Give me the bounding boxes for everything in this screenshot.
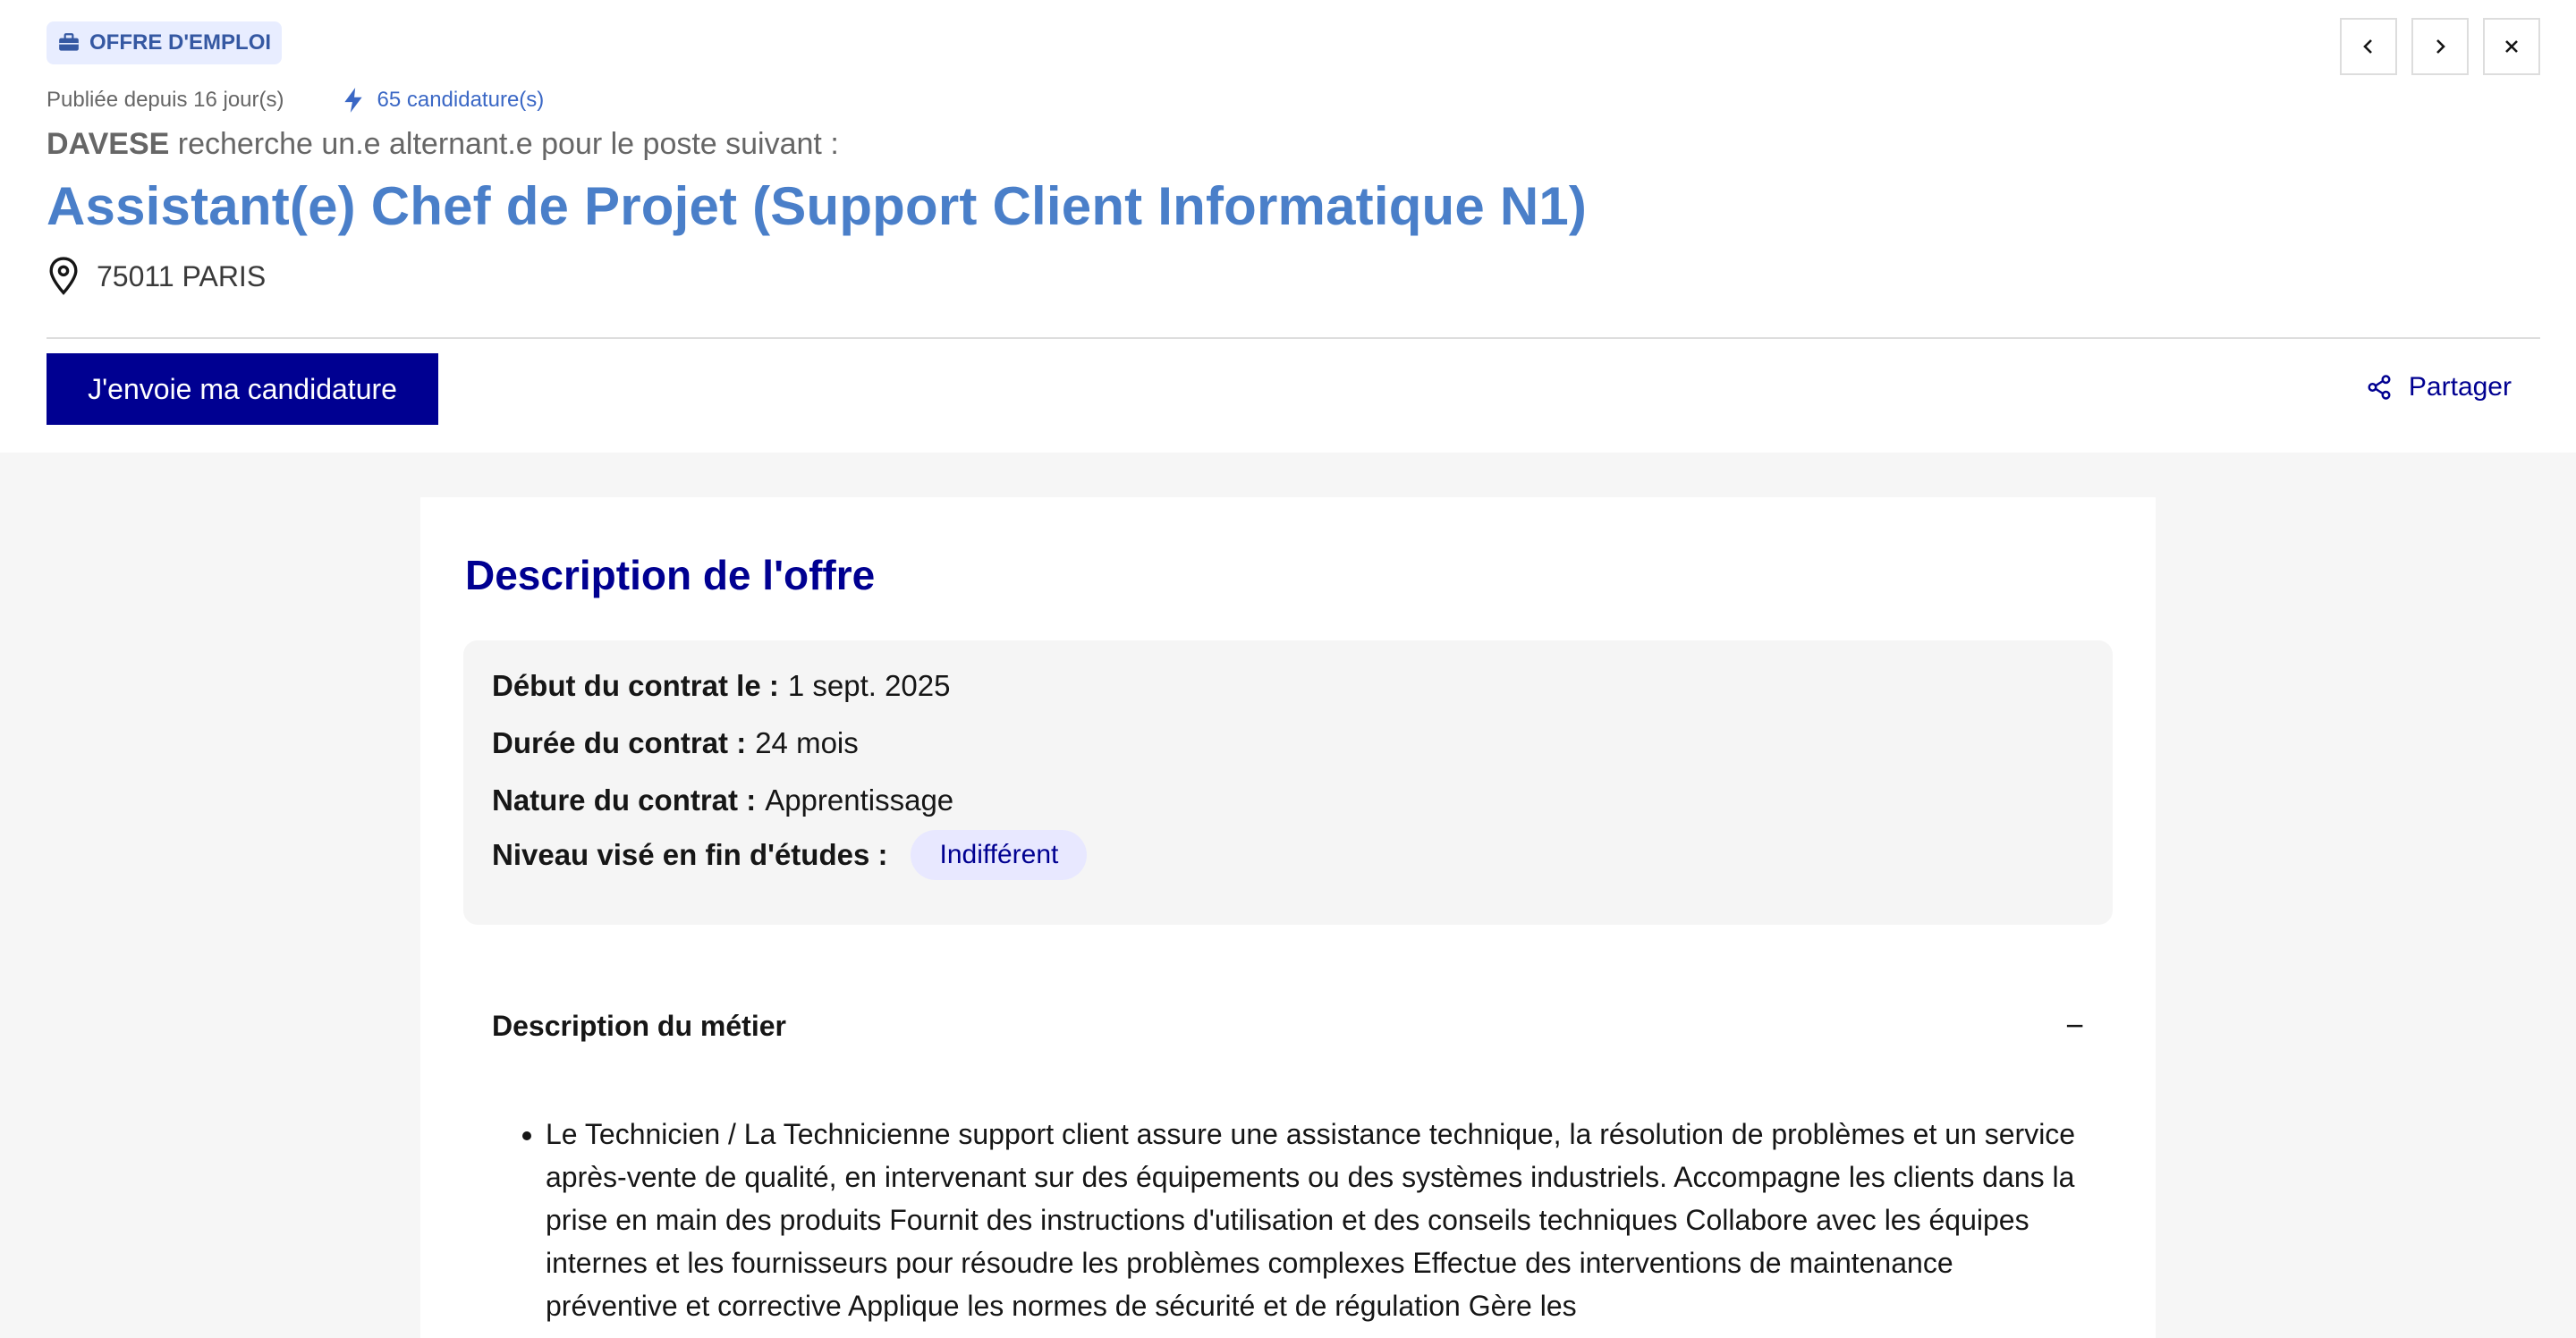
contract-nature-row: Nature du contrat : Apprentissage (492, 783, 953, 817)
contract-nature-value: Apprentissage (765, 783, 954, 817)
seeker-line: DAVESE recherche un.e alternant.e pour l… (47, 127, 839, 162)
study-level-label: Niveau visé en fin d'études : (492, 838, 888, 871)
contract-start-row: Début du contrat le : 1 sept. 2025 (492, 669, 951, 703)
collapse-icon[interactable]: − (2065, 1007, 2084, 1045)
applications-count: 65 candidature(s) (342, 87, 545, 114)
next-offer-button[interactable] (2411, 18, 2469, 75)
job-header: OFFRE D'EMPLOI Publiée depuis 16 jour(s)… (0, 0, 2576, 453)
description-heading: Description de l'offre (465, 552, 876, 598)
chevron-right-icon (2436, 39, 2445, 54)
job-type-badge: OFFRE D'EMPLOI (47, 21, 283, 64)
contract-duration-value: 24 mois (755, 726, 859, 759)
offer-description-card: Description de l'offre Début du contrat … (420, 497, 2156, 1338)
lightning-icon (343, 88, 362, 113)
map-pin-icon (49, 257, 78, 295)
contract-info-box: Début du contrat le : 1 sept. 2025 Durée… (463, 640, 2113, 925)
list-item: Le Technicien / La Technicienne support … (546, 1113, 2088, 1327)
share-label: Partager (2408, 372, 2512, 402)
applications-label: 65 candidature(s) (377, 88, 545, 112)
job-title: Assistant(e) Chef de Projet (Support Cli… (47, 176, 1588, 236)
previous-offer-button[interactable] (2340, 18, 2397, 75)
accordion-title: Description du métier (492, 1009, 786, 1042)
contract-duration-label: Durée du contrat : (492, 726, 747, 759)
header-divider (47, 337, 2540, 339)
location-label: 75011 PARIS (97, 259, 267, 292)
close-icon (2505, 40, 2518, 53)
contract-duration-row: Durée du contrat : 24 mois (492, 726, 859, 760)
badge-label: OFFRE D'EMPLOI (89, 30, 272, 55)
company-name: DAVESE (47, 127, 170, 161)
share-icon (2368, 375, 2391, 400)
job-description-body: Le Technicien / La Technicienne support … (513, 1113, 2088, 1327)
study-level-tag: Indifférent (911, 830, 1088, 880)
contract-start-label: Début du contrat le : (492, 669, 779, 702)
share-button[interactable]: Partager (2366, 372, 2512, 402)
published-date: Publiée depuis 16 jour(s) (47, 88, 284, 112)
apply-button[interactable]: J'envoie ma candidature (47, 353, 438, 425)
job-location: 75011 PARIS (47, 256, 266, 297)
contract-nature-label: Nature du contrat : (492, 783, 757, 817)
contract-start-value: 1 sept. 2025 (787, 669, 951, 702)
chevron-left-icon (2363, 39, 2372, 54)
job-meta: Publiée depuis 16 jour(s) 65 candidature… (47, 86, 544, 114)
close-button[interactable] (2483, 18, 2540, 75)
briefcase-icon (59, 33, 79, 51)
seeker-text: recherche un.e alternant.e pour le poste… (177, 127, 839, 161)
job-description-accordion-header[interactable]: Description du métier − (492, 1007, 2084, 1045)
study-level-row: Niveau visé en fin d'études : Indifféren… (492, 830, 1088, 880)
